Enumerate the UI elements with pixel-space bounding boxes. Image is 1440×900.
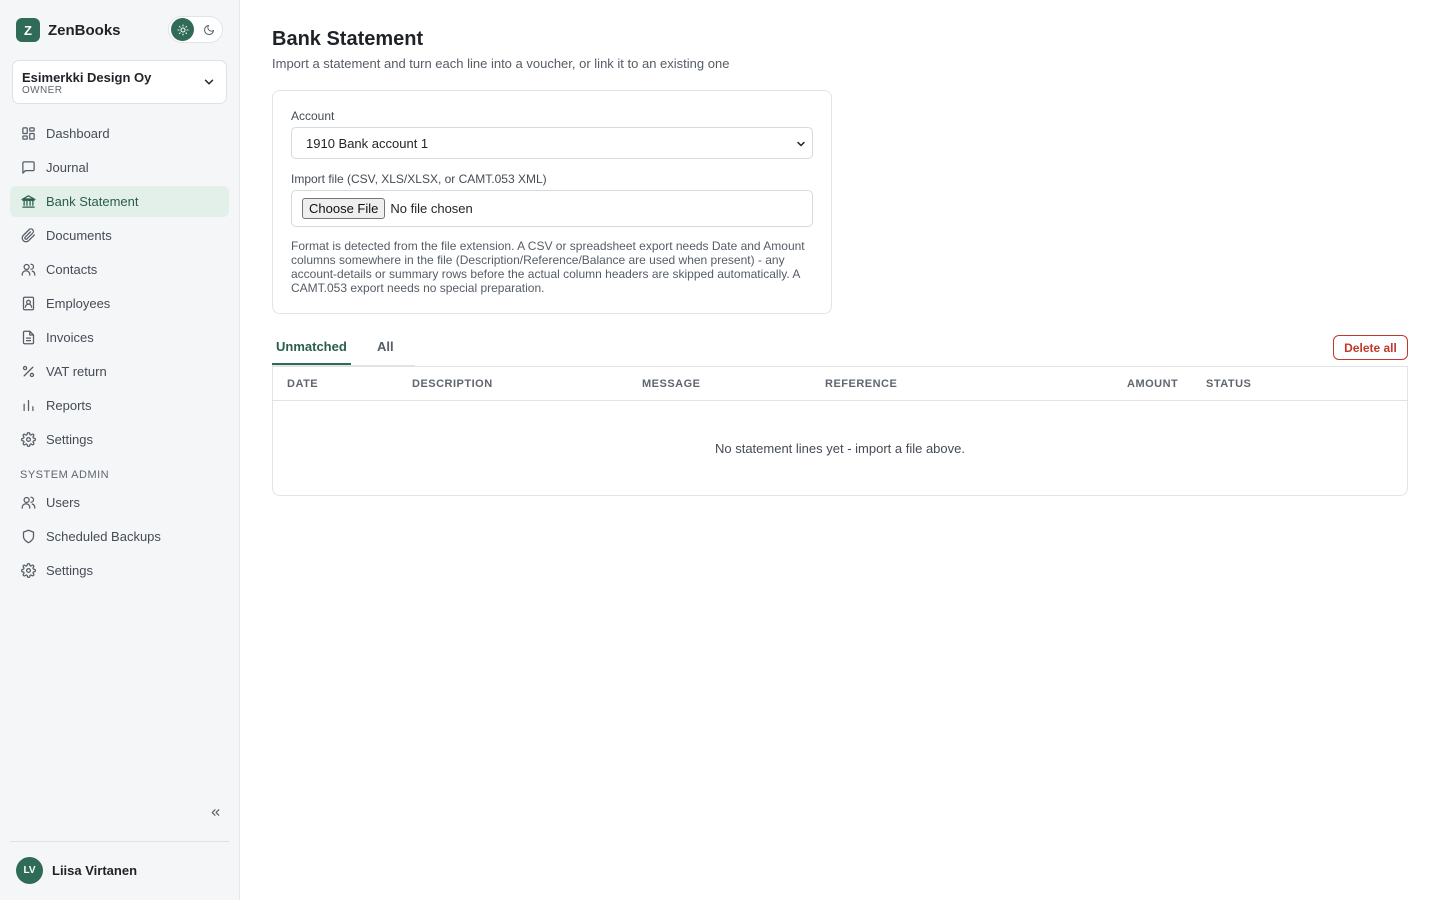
paperclip-icon bbox=[20, 228, 36, 244]
nav-item-employees[interactable]: Employees bbox=[10, 288, 229, 319]
avatar: LV bbox=[16, 857, 43, 884]
contacts-icon bbox=[20, 262, 36, 278]
moon-icon[interactable] bbox=[197, 18, 220, 41]
statement-table: DATE DESCRIPTION MESSAGE REFERENCE AMOUN… bbox=[272, 366, 1408, 496]
gear-icon bbox=[20, 563, 36, 579]
nav-label: Scheduled Backups bbox=[46, 529, 161, 544]
nav-label: Invoices bbox=[46, 330, 94, 345]
double-chevron-left-icon bbox=[209, 806, 222, 824]
account-label: Account bbox=[291, 109, 335, 123]
page-title: Bank Statement bbox=[272, 28, 424, 50]
organization-role: OWNER bbox=[22, 85, 63, 96]
nav-item-bank-statement[interactable]: Bank Statement bbox=[10, 186, 229, 217]
nav-item-admin-settings[interactable]: Settings bbox=[10, 555, 229, 586]
nav-item-dashboard[interactable]: Dashboard bbox=[10, 118, 229, 149]
column-header-date[interactable]: DATE bbox=[287, 378, 318, 390]
system-admin-heading: SYSTEM ADMIN bbox=[20, 469, 110, 481]
main-nav: Dashboard Journal Bank Statement Documen… bbox=[10, 118, 229, 458]
empty-state-message: No statement lines yet - import a file a… bbox=[714, 441, 965, 456]
organization-name: Esimerkki Design Oy bbox=[22, 70, 152, 85]
bar-chart-icon bbox=[20, 398, 36, 414]
column-header-amount[interactable]: AMOUNT bbox=[1127, 378, 1178, 390]
tab-all[interactable]: All bbox=[377, 339, 394, 354]
nav-label: Settings bbox=[46, 563, 93, 578]
tab-unmatched[interactable]: Unmatched bbox=[276, 339, 347, 354]
bank-icon bbox=[20, 194, 36, 210]
percent-icon bbox=[20, 364, 36, 380]
nav-item-settings[interactable]: Settings bbox=[10, 424, 229, 455]
invoice-icon bbox=[20, 330, 36, 346]
nav-label: Documents bbox=[46, 228, 112, 243]
choose-file-button[interactable]: Choose File bbox=[302, 198, 386, 219]
nav-label: Users bbox=[46, 495, 80, 510]
column-header-reference[interactable]: REFERENCE bbox=[825, 378, 897, 390]
active-tab-indicator bbox=[272, 363, 351, 365]
sidebar-divider bbox=[10, 841, 229, 842]
nav-label: Reports bbox=[46, 398, 92, 413]
nav-item-scheduled-backups[interactable]: Scheduled Backups bbox=[10, 521, 229, 552]
import-card: Account 1910 Bank account 1 Import file … bbox=[272, 90, 832, 314]
nav-label: Employees bbox=[46, 296, 111, 311]
theme-toggle[interactable] bbox=[168, 16, 223, 43]
import-help-text: Format is detected from the file extensi… bbox=[291, 239, 805, 295]
nav-label: VAT return bbox=[46, 364, 107, 379]
nav-label: Bank Statement bbox=[46, 194, 139, 209]
import-file-label: Import file (CSV, XLS/XLSX, or CAMT.053 … bbox=[291, 172, 547, 186]
sun-icon[interactable] bbox=[171, 18, 194, 41]
account-select-value: 1910 Bank account 1 bbox=[306, 135, 429, 151]
account-select[interactable]: 1910 Bank account 1 bbox=[291, 127, 813, 159]
employee-badge-icon bbox=[20, 296, 36, 312]
gear-icon bbox=[20, 432, 36, 448]
brand[interactable]: Z ZenBooks bbox=[16, 18, 121, 42]
chevron-down-icon bbox=[795, 138, 807, 153]
shield-icon bbox=[20, 529, 36, 545]
main-content: Bank Statement Import a statement and tu… bbox=[240, 0, 1440, 900]
user-name: Liisa Virtanen bbox=[52, 863, 138, 878]
organization-switcher[interactable]: Esimerkki Design Oy OWNER bbox=[12, 60, 227, 104]
collapse-sidebar-button[interactable] bbox=[206, 806, 224, 824]
import-file-input[interactable]: Choose File No file chosen bbox=[291, 190, 813, 227]
file-status: No file chosen bbox=[390, 201, 473, 216]
nav-item-vat-return[interactable]: VAT return bbox=[10, 356, 229, 387]
column-header-status[interactable]: STATUS bbox=[1206, 378, 1251, 390]
page-subtitle: Import a statement and turn each line in… bbox=[272, 56, 730, 71]
nav-item-journal[interactable]: Journal bbox=[10, 152, 229, 183]
nav-item-contacts[interactable]: Contacts bbox=[10, 254, 229, 285]
users-icon bbox=[20, 495, 36, 511]
nav-item-invoices[interactable]: Invoices bbox=[10, 322, 229, 353]
admin-nav: Users Scheduled Backups Settings bbox=[10, 487, 229, 589]
nav-label: Dashboard bbox=[46, 126, 110, 141]
table-header: DATE DESCRIPTION MESSAGE REFERENCE AMOUN… bbox=[273, 367, 1407, 401]
nav-item-documents[interactable]: Documents bbox=[10, 220, 229, 251]
nav-label: Settings bbox=[46, 432, 93, 447]
nav-label: Journal bbox=[46, 160, 89, 175]
sidebar: Z ZenBooks Esimerkki Design Oy OWNER Das… bbox=[0, 0, 240, 900]
app-name: ZenBooks bbox=[48, 21, 121, 39]
nav-item-users[interactable]: Users bbox=[10, 487, 229, 518]
statement-tabs: Unmatched All bbox=[272, 331, 415, 366]
journal-icon bbox=[20, 160, 36, 176]
delete-all-button[interactable]: Delete all bbox=[1333, 335, 1408, 360]
column-header-description[interactable]: DESCRIPTION bbox=[412, 378, 493, 390]
user-menu[interactable]: LV Liisa Virtanen bbox=[16, 857, 137, 884]
nav-item-reports[interactable]: Reports bbox=[10, 390, 229, 421]
column-header-message[interactable]: MESSAGE bbox=[642, 378, 701, 390]
dashboard-icon bbox=[20, 126, 36, 142]
brand-logo: Z bbox=[16, 18, 40, 42]
chevron-down-icon bbox=[202, 75, 216, 94]
nav-label: Contacts bbox=[46, 262, 98, 277]
